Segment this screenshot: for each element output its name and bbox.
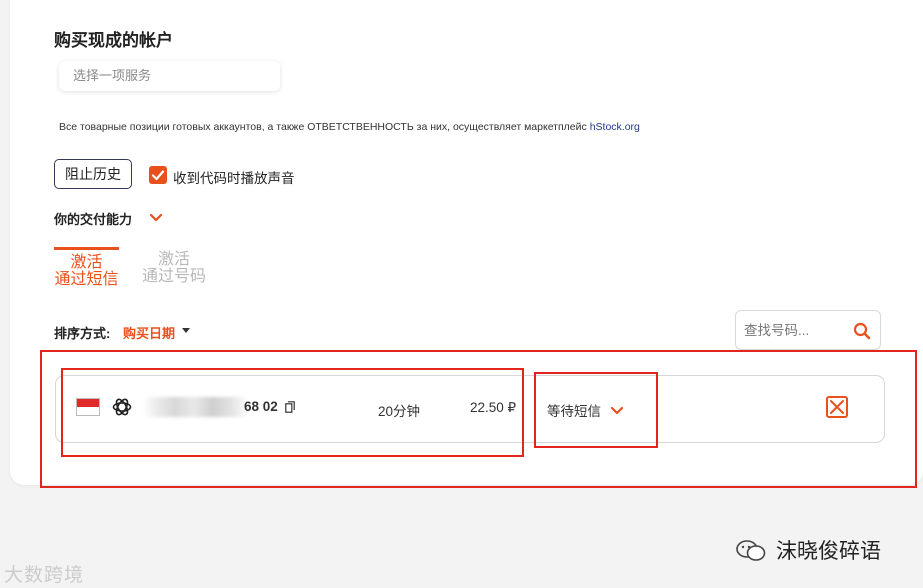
- copy-icon[interactable]: [285, 400, 295, 418]
- sound-checkbox-label[interactable]: 收到代码时播放声音: [173, 167, 295, 187]
- delivery-capability-toggle[interactable]: 你的交付能力: [54, 209, 132, 228]
- openai-icon: [111, 396, 133, 423]
- cancel-order-button[interactable]: [826, 396, 848, 418]
- tab-number-line2: 通过号码: [141, 268, 206, 285]
- service-select[interactable]: 选择一项服务: [59, 61, 280, 91]
- number-search: [735, 310, 881, 350]
- close-icon: [830, 400, 844, 414]
- blurred-phone-number: [143, 397, 249, 417]
- chevron-down-icon[interactable]: [610, 403, 624, 421]
- page-title: 购买现成的帐户: [54, 31, 173, 50]
- chevron-down-icon[interactable]: [149, 210, 163, 228]
- phone-number-tail: 68 02: [244, 399, 278, 414]
- watermark-right: 沫晓俊碎语: [776, 540, 881, 563]
- order-duration: 20分钟: [378, 404, 421, 419]
- tab-number-line1: 激活: [157, 251, 190, 268]
- watermark-left: 大数跨境: [4, 565, 85, 586]
- sort-label: 排序方式:: [54, 326, 111, 341]
- notice-text: Все товарные позиции готовых аккаунтов, …: [59, 121, 590, 133]
- sound-checkbox[interactable]: [149, 166, 167, 184]
- wechat-icon: [735, 539, 767, 568]
- hstock-link[interactable]: hStock.org: [590, 121, 640, 133]
- tab-number-activation[interactable]: 激活 通过号码: [134, 251, 214, 285]
- order-price: 22.50 ₽: [470, 400, 517, 415]
- sort-dropdown[interactable]: 购买日期: [123, 323, 175, 342]
- block-history-button[interactable]: 阻止历史: [54, 159, 132, 189]
- caret-down-icon[interactable]: [182, 328, 190, 333]
- search-icon[interactable]: [853, 322, 871, 345]
- checkmark-icon: [151, 170, 165, 181]
- tab-sms-line2: 通过短信: [54, 271, 119, 288]
- search-input[interactable]: [744, 311, 844, 349]
- order-status[interactable]: 等待短信: [547, 400, 601, 420]
- active-tab-indicator: [54, 247, 119, 250]
- indonesia-flag-icon: [76, 398, 100, 416]
- tab-sms-activation[interactable]: 激活 通过短信: [54, 247, 119, 288]
- marketplace-notice: Все товарные позиции готовых аккаунтов, …: [59, 121, 640, 133]
- tab-sms-line1: 激活: [70, 254, 103, 271]
